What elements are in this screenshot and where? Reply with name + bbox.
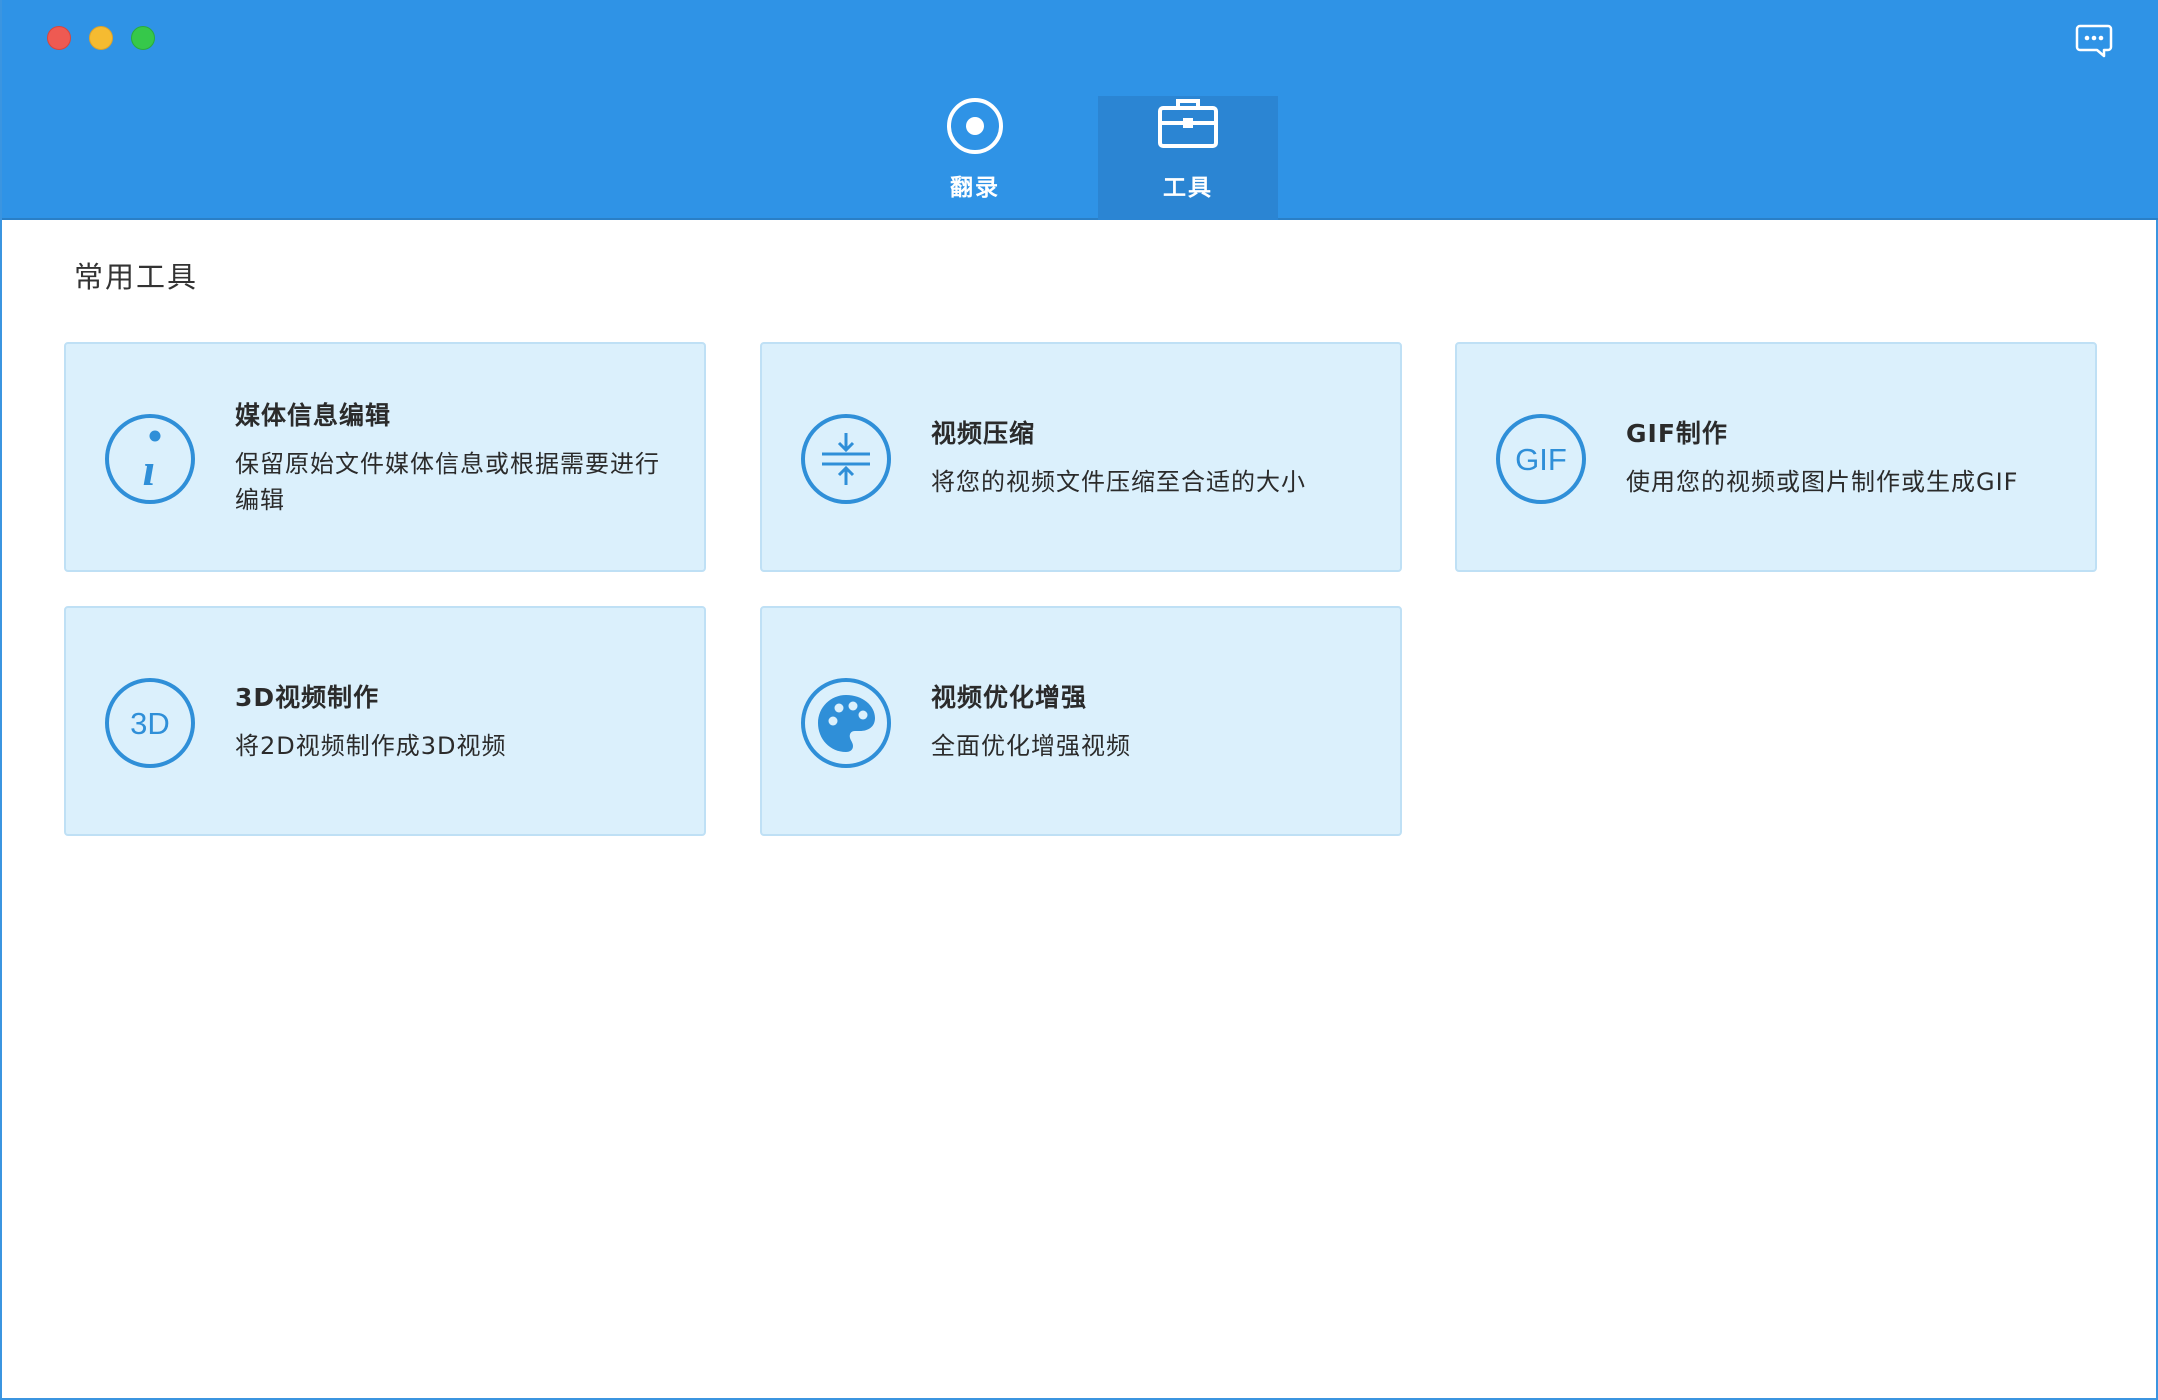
toolbox-icon [1158, 99, 1218, 148]
card-description: 使用您的视频或图片制作或生成GIF [1626, 468, 2019, 496]
compress-icon [801, 414, 891, 504]
svg-text:ı: ı [143, 444, 156, 495]
card-description: 将2D视频制作成3D视频 [235, 732, 507, 760]
card-title: 视频优化增强 [931, 683, 1088, 712]
card-media-info-edit[interactable]: ı 媒体信息编辑 保留原始文件媒体信息或根据需要进行编辑 [64, 342, 706, 572]
tab-record[interactable]: 翻录 [885, 96, 1065, 220]
card-title: 媒体信息编辑 [235, 401, 392, 430]
record-icon [947, 98, 1003, 154]
palette-icon [801, 678, 891, 768]
card-description: 保留原始文件媒体信息或根据需要进行编辑 [235, 450, 660, 514]
header-bar: 翻录 工具 [2, 0, 2158, 220]
card-description: 全面优化增强视频 [931, 732, 1131, 760]
card-video-compress[interactable]: 视频压缩 将您的视频文件压缩至合适的大小 [760, 342, 1402, 572]
card-description: 将您的视频文件压缩至合适的大小 [931, 468, 1306, 496]
chat-bubble-icon[interactable] [2074, 20, 2114, 60]
minimize-window-button[interactable] [89, 26, 113, 50]
tab-record-label: 翻录 [950, 175, 1000, 201]
card-title: GIF制作 [1626, 419, 1728, 448]
gif-icon: GIF [1496, 414, 1586, 504]
card-3d-video-maker[interactable]: 3D 3D视频制作 将2D视频制作成3D视频 [64, 606, 706, 836]
tab-tools[interactable]: 工具 [1098, 96, 1278, 220]
tab-tools-label: 工具 [1163, 175, 1213, 201]
app-window: 翻录 工具 常用工具 ı 媒体信息编辑 保留原始文件媒体信息或根据需要进行编辑 [0, 0, 2158, 1400]
3d-icon-text: 3D [130, 706, 170, 741]
info-icon: ı [105, 414, 195, 504]
card-title: 3D视频制作 [235, 683, 380, 712]
close-window-button[interactable] [47, 26, 71, 50]
gif-icon-text: GIF [1515, 442, 1567, 477]
card-gif-maker[interactable]: GIF GIF制作 使用您的视频或图片制作或生成GIF [1455, 342, 2097, 572]
3d-icon: 3D [105, 678, 195, 768]
card-video-enhance[interactable]: 视频优化增强 全面优化增强视频 [760, 606, 1402, 836]
card-title: 视频压缩 [931, 419, 1036, 448]
section-title: 常用工具 [74, 260, 199, 294]
zoom-window-button[interactable] [131, 26, 155, 50]
